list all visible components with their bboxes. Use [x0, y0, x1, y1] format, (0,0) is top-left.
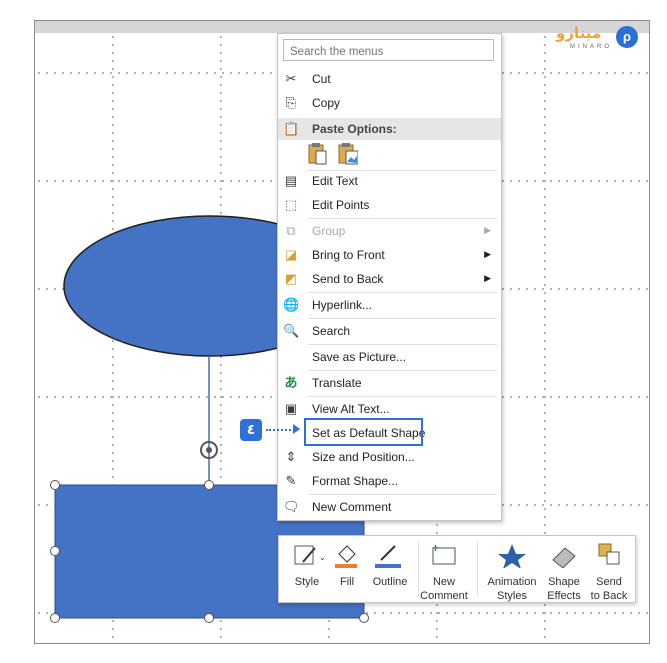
- resize-handle-l[interactable]: [50, 546, 60, 556]
- size-position-icon: ⇕: [285, 449, 297, 464]
- menu-item-group[interactable]: ⧉ Group ▶: [278, 219, 501, 243]
- comment-icon: 🗨: [283, 499, 300, 514]
- pointer-arrow-head: [293, 424, 300, 434]
- animation-label-1: Animation: [487, 576, 537, 588]
- menu-item-label: Copy: [312, 96, 341, 110]
- menu-item-label: Search: [312, 324, 351, 338]
- effects-label-1: Shape: [548, 576, 580, 588]
- submenu-arrow-icon: ▶: [484, 225, 491, 235]
- menu-item-label: Bring to Front: [312, 248, 385, 262]
- search-icon: 🔍: [283, 323, 300, 338]
- paste-option-buttons: [308, 141, 368, 167]
- scissors-icon: ✂: [285, 71, 297, 86]
- paste-options-label: Paste Options:: [312, 122, 397, 136]
- step-badge: ٤: [240, 419, 262, 441]
- highlight-box: [304, 418, 423, 446]
- new-comment-icon: +: [432, 542, 456, 565]
- shape-effects-icon: [552, 547, 576, 568]
- send-back-label-1: Send: [596, 576, 622, 588]
- fill-bucket-icon: [335, 545, 357, 568]
- clipboard-icon: 📋: [283, 121, 300, 136]
- resize-handle-b[interactable]: [204, 613, 214, 623]
- menu-item-copy[interactable]: ⎘ Copy: [278, 91, 501, 115]
- submenu-arrow-icon: ▶: [484, 249, 491, 259]
- resize-handle-br[interactable]: [359, 613, 369, 623]
- save-picture-icon: [283, 349, 299, 365]
- style-icon: ⌄: [294, 545, 326, 565]
- animation-label-2: Styles: [497, 590, 527, 602]
- menu-item-format-shape[interactable]: ✎ Format Shape...: [278, 469, 501, 493]
- minaro-logo: مینارو MINARO ρ: [556, 22, 646, 56]
- svg-text:⌄: ⌄: [319, 553, 326, 562]
- send-to-back-button[interactable]: Send to Back: [587, 540, 631, 602]
- logo-icon: ρ: [616, 26, 638, 48]
- menu-item-translate[interactable]: あ Translate: [278, 371, 501, 395]
- outline-label: Outline: [372, 576, 408, 588]
- paste-options-header: 📋 Paste Options:: [278, 118, 501, 140]
- new-comment-button[interactable]: + New Comment: [419, 540, 469, 602]
- edit-points-icon: ⬚: [284, 197, 298, 212]
- bring-to-front-icon: ◪: [284, 247, 298, 262]
- send-back-label-2: to Back: [590, 590, 628, 602]
- new-comment-label-2: Comment: [420, 590, 468, 602]
- mini-toolbar: ⌄ Style Fill Outline + New Comment Anima…: [278, 535, 636, 603]
- submenu-arrow-icon: ▶: [484, 273, 491, 283]
- style-label: Style: [294, 576, 320, 588]
- resize-handle-bl[interactable]: [50, 613, 60, 623]
- menu-item-label: Translate: [312, 376, 362, 390]
- group-icon: ⧉: [286, 223, 296, 238]
- fill-button[interactable]: Fill: [329, 540, 365, 598]
- menu-item-label: Hyperlink...: [312, 298, 373, 312]
- shape-effects-button[interactable]: Shape Effects: [543, 540, 585, 602]
- outline-button[interactable]: Outline: [367, 540, 413, 598]
- hyperlink-icon: 🌐: [283, 297, 300, 312]
- toolbar-separator: [477, 542, 478, 596]
- logo-text: مینارو: [556, 24, 602, 42]
- outline-pen-icon: [375, 545, 401, 568]
- new-comment-label-1: New: [432, 576, 455, 588]
- paste-keep-formatting-icon[interactable]: [308, 141, 328, 165]
- svg-text:+: +: [432, 542, 439, 555]
- menu-search-input[interactable]: [283, 39, 494, 61]
- edit-text-icon: ▤: [284, 173, 298, 188]
- menu-item-label: View Alt Text...: [312, 402, 390, 416]
- menu-item-label: Size and Position...: [312, 450, 415, 464]
- menu-item-label: Edit Points: [312, 198, 370, 212]
- resize-handle-tl[interactable]: [50, 480, 60, 490]
- menu-item-send-to-back[interactable]: ◩ Send to Back ▶: [278, 267, 501, 291]
- send-to-back-icon: ◩: [284, 271, 298, 286]
- alt-text-icon: ▣: [284, 401, 298, 416]
- menu-item-edit-text[interactable]: ▤ Edit Text: [278, 169, 501, 193]
- animation-styles-button[interactable]: Animation Styles: [481, 540, 543, 602]
- send-to-back-icon: [598, 543, 620, 565]
- menu-item-save-as-picture[interactable]: Save as Picture...: [278, 345, 501, 369]
- menu-item-label: New Comment: [312, 500, 392, 514]
- translate-icon: あ: [284, 375, 298, 390]
- paste-picture-icon[interactable]: [338, 141, 358, 165]
- menu-item-new-comment[interactable]: 🗨 New Comment: [278, 495, 501, 519]
- format-shape-icon: ✎: [285, 473, 297, 488]
- menu-item-cut[interactable]: ✂ Cut: [278, 67, 501, 91]
- menu-item-bring-to-front[interactable]: ◪ Bring to Front ▶: [278, 243, 501, 267]
- menu-item-edit-points[interactable]: ⬚ Edit Points: [278, 193, 501, 217]
- logo-subtext: MINARO: [570, 44, 612, 50]
- menu-item-label: Send to Back: [312, 272, 384, 286]
- animation-star-icon: [498, 544, 526, 568]
- menu-item-size-position[interactable]: ⇕ Size and Position...: [278, 445, 501, 469]
- menu-item-hyperlink[interactable]: 🌐 Hyperlink...: [278, 293, 501, 317]
- copy-icon: ⎘: [285, 95, 297, 110]
- menu-item-label: Format Shape...: [312, 474, 399, 488]
- context-menu: ✂ Cut ⎘ Copy 📋 Paste Options: ▤ Edit Tex…: [277, 33, 502, 521]
- menu-item-label: Save as Picture...: [312, 350, 407, 364]
- resize-handle-t[interactable]: [204, 480, 214, 490]
- menu-item-label: Edit Text: [312, 174, 358, 188]
- fill-label: Fill: [339, 576, 355, 588]
- effects-label-2: Effects: [547, 590, 581, 602]
- menu-item-label: Group: [312, 224, 346, 238]
- menu-item-label: Cut: [312, 72, 331, 86]
- menu-item-search[interactable]: 🔍 Search: [278, 319, 501, 343]
- style-button[interactable]: ⌄ Style: [285, 540, 329, 598]
